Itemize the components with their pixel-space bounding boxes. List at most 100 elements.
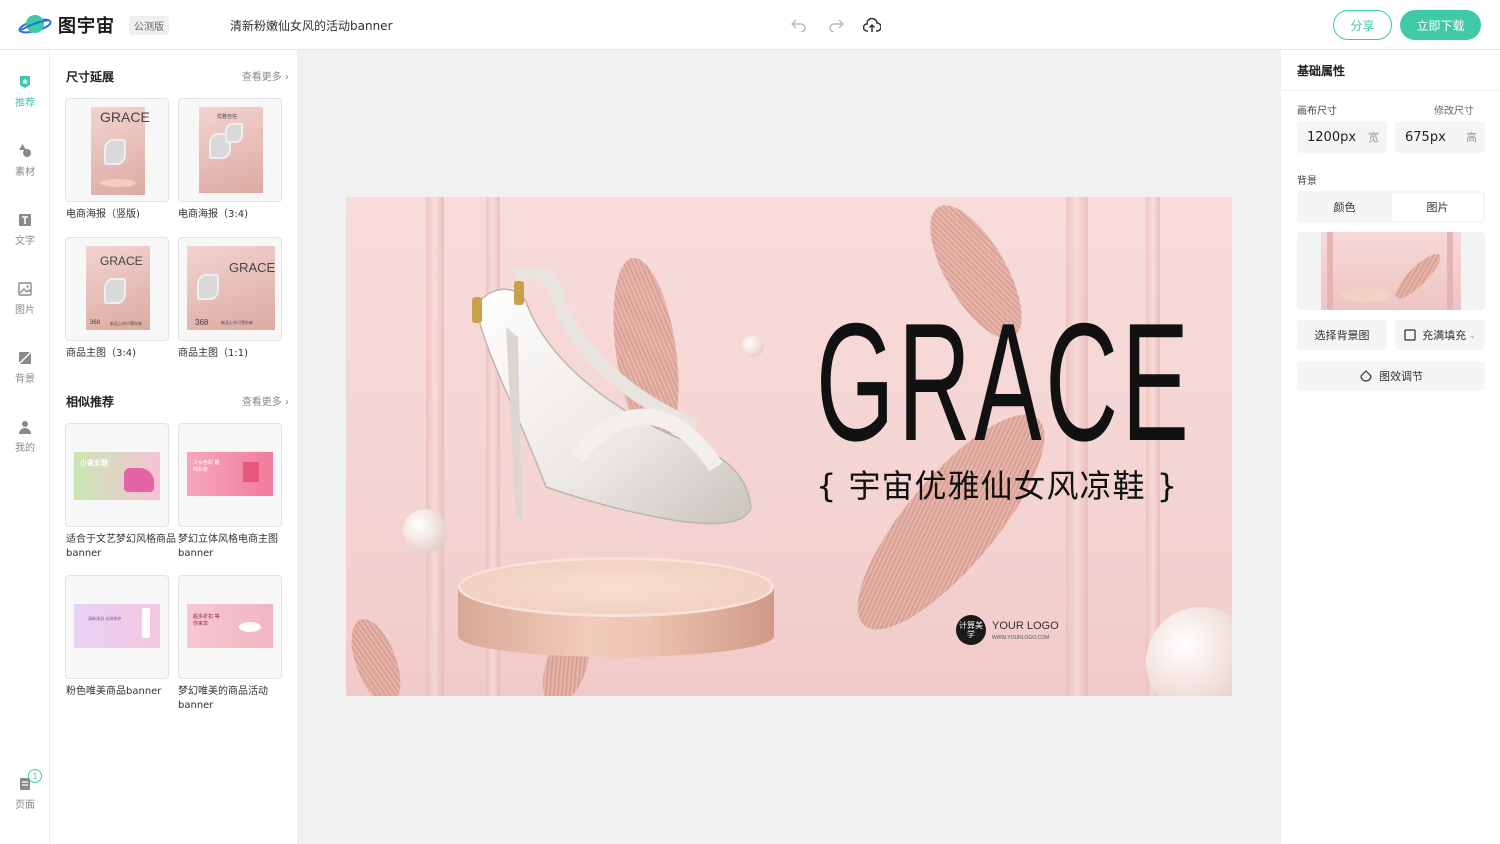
thumbnail-shoe [197,274,219,300]
resize-link[interactable]: 修改尺寸 [1434,102,1474,117]
background-type-toggle: 颜色 图片 [1297,191,1485,223]
size-section-title: 尺寸延展 [66,70,115,84]
rail-label: 文字 [15,236,35,247]
rail-item-image[interactable]: 图片 [0,282,50,332]
user-icon [19,421,31,434]
divider [1281,90,1500,91]
image-icon [18,282,32,296]
tab-color[interactable]: 颜色 [1299,193,1390,221]
logo-mark[interactable]: 计算美学 [956,615,986,645]
thumbnail-promo: 新品上市只等你来 [221,320,253,325]
thumbnail-text: 清新沐浴 水润修护 [88,616,122,621]
see-more-label: 查看更多 [241,72,282,83]
properties-panel: 基础属性 画布尺寸 修改尺寸 1200px 宽 675px 高 背景 颜色 图片… [1281,50,1500,844]
card-caption: 商品主图（3:4) [66,348,136,359]
fill-mode-label: 充满填充 [1422,329,1467,342]
thumbnail-podium [100,179,136,187]
thumbnail-product [243,462,259,482]
rail-item-mine[interactable]: 我的 [0,420,50,470]
page-count-badge: 1 [28,769,42,783]
card-caption: 梦幻立体风格电商主图banner [178,534,278,559]
template-card[interactable]: GRACE [65,98,169,202]
share-button[interactable]: 分享 [1333,10,1392,40]
template-card[interactable]: 优雅自信 [178,98,282,202]
star-badge-icon [20,76,30,88]
left-rail: 推荐 素材 文字 图片 背景 我的 页面 1 [0,50,50,844]
image-adjust-button[interactable]: 图效调节 [1297,361,1485,391]
rail-item-pages[interactable]: 页面 1 [0,769,50,827]
canvas-size-label: 画布尺寸 [1297,106,1337,117]
cloud-save-button[interactable] [862,15,882,35]
card-caption: 粉色唯美商品banner [66,686,162,697]
high-heel-shoe [472,267,752,525]
planet-logo-icon [18,15,52,34]
feather-decoration [346,612,411,696]
template-card[interactable]: GRACE 368 新品上市只等你来 [178,237,282,341]
chevron-down-icon: ⌄ [1469,330,1476,340]
rail-item-text[interactable]: 文字 [0,213,50,263]
thumbnail-price: 368 [90,320,101,326]
logo-url[interactable]: WWW.YOURLOGO.COM [992,635,1049,641]
thumbnail-headline: GRACE [229,260,276,275]
tab-image[interactable]: 图片 [1392,193,1483,221]
thumbnail-headline: GRACE [100,254,143,268]
preview-pillar [1327,232,1333,310]
thumbnail-headline: GRACE [100,109,150,125]
top-bar: 图宇宙 公测版 清新粉嫩仙女风的活动banner 分享 立即下载 [0,0,1500,50]
fill-frame-icon [1404,329,1416,341]
template-card[interactable]: 少女色彩 趣味彩妆 [178,423,282,527]
thumbnail-shoe [104,278,126,304]
thumbnail-product [239,622,261,632]
background-preview[interactable] [1297,232,1485,310]
undo-button[interactable] [789,15,809,35]
rail-item-background[interactable]: 背景 [0,351,50,401]
card-caption: 电商海报（3:4) [178,209,248,220]
rail-item-materials[interactable]: 素材 [0,144,50,194]
height-input[interactable]: 675px 高 [1395,121,1485,153]
card-caption: 商品主图（1:1) [178,348,248,359]
preview-pillar [1447,232,1453,310]
adjust-label: 图效调节 [1379,370,1423,383]
brand-logo[interactable]: 图宇宙 公测版 [18,12,169,38]
template-card[interactable]: 超多折扣 等你来享 [178,575,282,679]
height-value: 675px [1405,129,1446,145]
subheadline-text[interactable]: { 宇宙优雅仙女风凉鞋 } [816,461,1206,507]
document-title[interactable]: 清新粉嫩仙女风的活动banner [230,17,393,34]
select-background-button[interactable]: 选择背景图 [1297,320,1387,350]
width-unit: 宽 [1368,131,1379,144]
thumbnail-price: 368 [195,318,209,327]
rail-label: 图片 [15,305,35,316]
download-button[interactable]: 立即下载 [1400,10,1481,40]
thumbnail-bottle [142,608,150,638]
redo-button[interactable] [826,15,846,35]
rail-label: 素材 [15,167,35,178]
thumbnail-sneaker [124,468,154,492]
design-canvas[interactable]: GRACE { 宇宙优雅仙女风凉鞋 } 计算美学 YOUR LOGO WWW.Y… [346,197,1232,696]
size-see-more-link[interactable]: 查看更多 › [242,68,289,83]
card-caption: 梦幻唯美的商品活动banner [178,686,268,711]
preview-image [1321,232,1461,310]
template-panel: 尺寸延展 查看更多 › GRACE 电商海报（竖版) 优雅自信 电商海报（3:4… [50,50,297,844]
rail-label: 我的 [15,443,35,454]
thumbnail-text: 小宙女鞋 [80,459,108,467]
text-icon [19,214,31,226]
width-input[interactable]: 1200px 宽 [1297,121,1387,153]
template-card[interactable]: 清新沐浴 水润修护 [65,575,169,679]
headline-text[interactable]: GRACE [816,287,1189,477]
logo-text[interactable]: YOUR LOGO [992,620,1059,632]
thumbnail-text: 少女色彩 趣味彩妆 [193,460,220,473]
shapes-icon [19,144,31,157]
similar-see-more-link[interactable]: 查看更多 › [242,393,289,408]
beta-badge: 公测版 [129,15,169,35]
bg-pillar [426,197,444,696]
height-unit: 高 [1466,131,1477,144]
properties-title: 基础属性 [1297,64,1346,78]
thumbnail-text: 超多折扣 等你来享 [193,614,220,627]
cloud-upload-icon [863,17,881,32]
template-card[interactable]: GRACE 368 新品上市只等你来 [65,237,169,341]
template-card[interactable]: 小宙女鞋 [65,423,169,527]
pearl-decoration [403,509,447,553]
fill-mode-dropdown[interactable]: 充满填充 ⌄ [1395,320,1485,350]
rail-label: 推荐 [15,98,35,109]
rail-item-recommend[interactable]: 推荐 [0,75,50,125]
